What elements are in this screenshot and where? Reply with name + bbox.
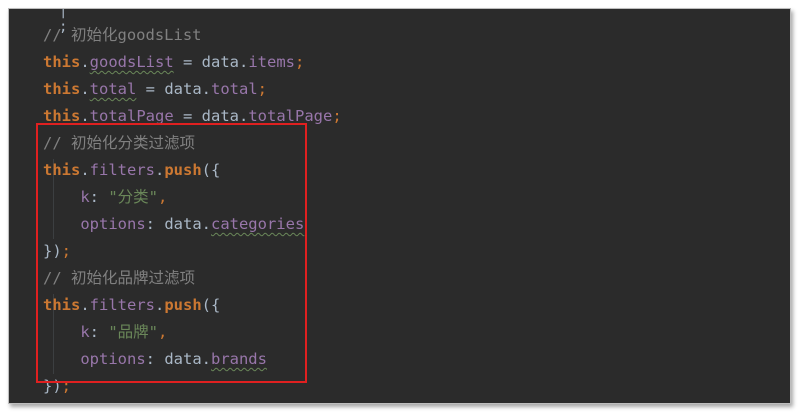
cut-off-line-fragment: | ; (59, 8, 68, 35)
code-line[interactable]: this.goodsList = data.items; (43, 49, 304, 76)
code-editor-screenshot: | ; // 初始化goodsList this.goodsList = data… (8, 8, 791, 404)
code-token: . (80, 53, 90, 71)
code-token: . (80, 80, 90, 98)
code-line[interactable]: // 初始化goodsList (43, 22, 201, 49)
code-token: = data. (136, 80, 211, 98)
code-token: this (43, 53, 81, 71)
code-line[interactable]: this.total = data.total; (43, 76, 267, 103)
code-token: total (211, 80, 258, 98)
code-token: // 初始化goodsList (43, 26, 202, 44)
code-token: ; (257, 80, 268, 98)
code-token: ; (332, 107, 342, 125)
code-token: = data. (173, 53, 249, 71)
code-token: items (248, 53, 295, 71)
code-token: total (89, 80, 137, 98)
code-token: this (43, 80, 81, 98)
highlight-annotation-box (36, 123, 307, 383)
code-token: ; (295, 53, 305, 71)
code-token: goodsList (89, 53, 174, 71)
